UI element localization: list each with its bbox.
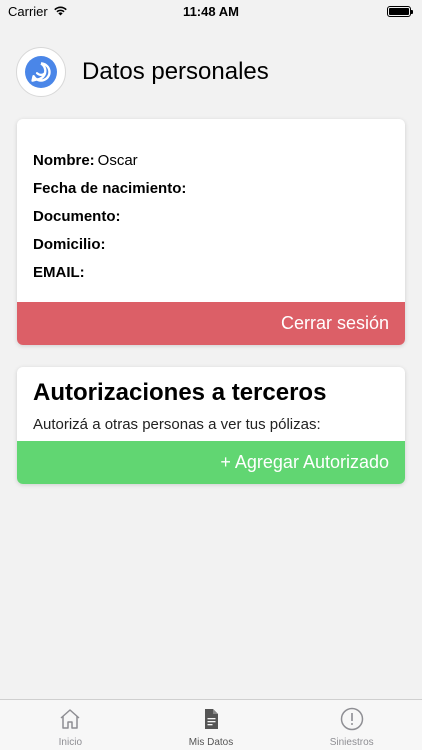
screen: Carrier 11:48 AM Datos personales Nombre… <box>0 0 422 750</box>
tab-siniestros[interactable]: Siniestros <box>281 700 422 750</box>
status-time: 11:48 AM <box>183 3 239 19</box>
page-title: Datos personales <box>82 58 269 85</box>
tab-label: Siniestros <box>329 737 374 748</box>
add-authorized-button[interactable]: + Agregar Autorizado <box>17 441 405 484</box>
wifi-icon <box>53 4 68 19</box>
authorizations-subtitle: Autorizá a otras personas a ver tus póli… <box>33 416 321 433</box>
tab-mis-datos[interactable]: Mis Datos <box>141 700 282 750</box>
profile-card: Nombre: Oscar Fecha de nacimiento: Docume… <box>17 119 405 345</box>
field-label: EMAIL: <box>33 264 85 281</box>
alert-circle-icon <box>340 707 364 734</box>
status-left: Carrier <box>8 4 68 19</box>
battery-icon <box>387 5 413 17</box>
field-label: Fecha de nacimiento: <box>33 180 187 197</box>
field-email: EMAIL: <box>33 259 389 287</box>
field-label: Documento: <box>33 208 121 225</box>
tab-inicio[interactable]: Inicio <box>0 700 141 750</box>
tab-label: Inicio <box>58 737 83 748</box>
tab-bar: Inicio Mis Datos Siniestros <box>0 699 422 750</box>
field-nombre: Nombre: Oscar <box>33 147 389 175</box>
field-domicilio: Domicilio: <box>33 231 389 259</box>
authorizations-title: Autorizaciones a terceros <box>33 379 327 406</box>
field-value: Oscar <box>97 152 138 169</box>
chat-bubble-logo-icon <box>16 47 66 97</box>
field-label: Nombre: <box>33 152 95 169</box>
header: Datos personales <box>16 44 269 100</box>
field-fecha-nacimiento: Fecha de nacimiento: <box>33 175 389 203</box>
home-icon <box>58 707 82 734</box>
document-icon <box>199 707 223 734</box>
authorizations-card: Autorizaciones a terceros Autorizá a otr… <box>17 367 405 484</box>
tab-label: Mis Datos <box>188 737 234 748</box>
field-label: Domicilio: <box>33 236 106 253</box>
logout-button[interactable]: Cerrar sesión <box>17 302 405 345</box>
status-bar: Carrier 11:48 AM <box>0 0 422 22</box>
field-documento: Documento: <box>33 203 389 231</box>
profile-fields: Nombre: Oscar Fecha de nacimiento: Docume… <box>17 119 405 287</box>
carrier-label: Carrier <box>8 3 48 19</box>
